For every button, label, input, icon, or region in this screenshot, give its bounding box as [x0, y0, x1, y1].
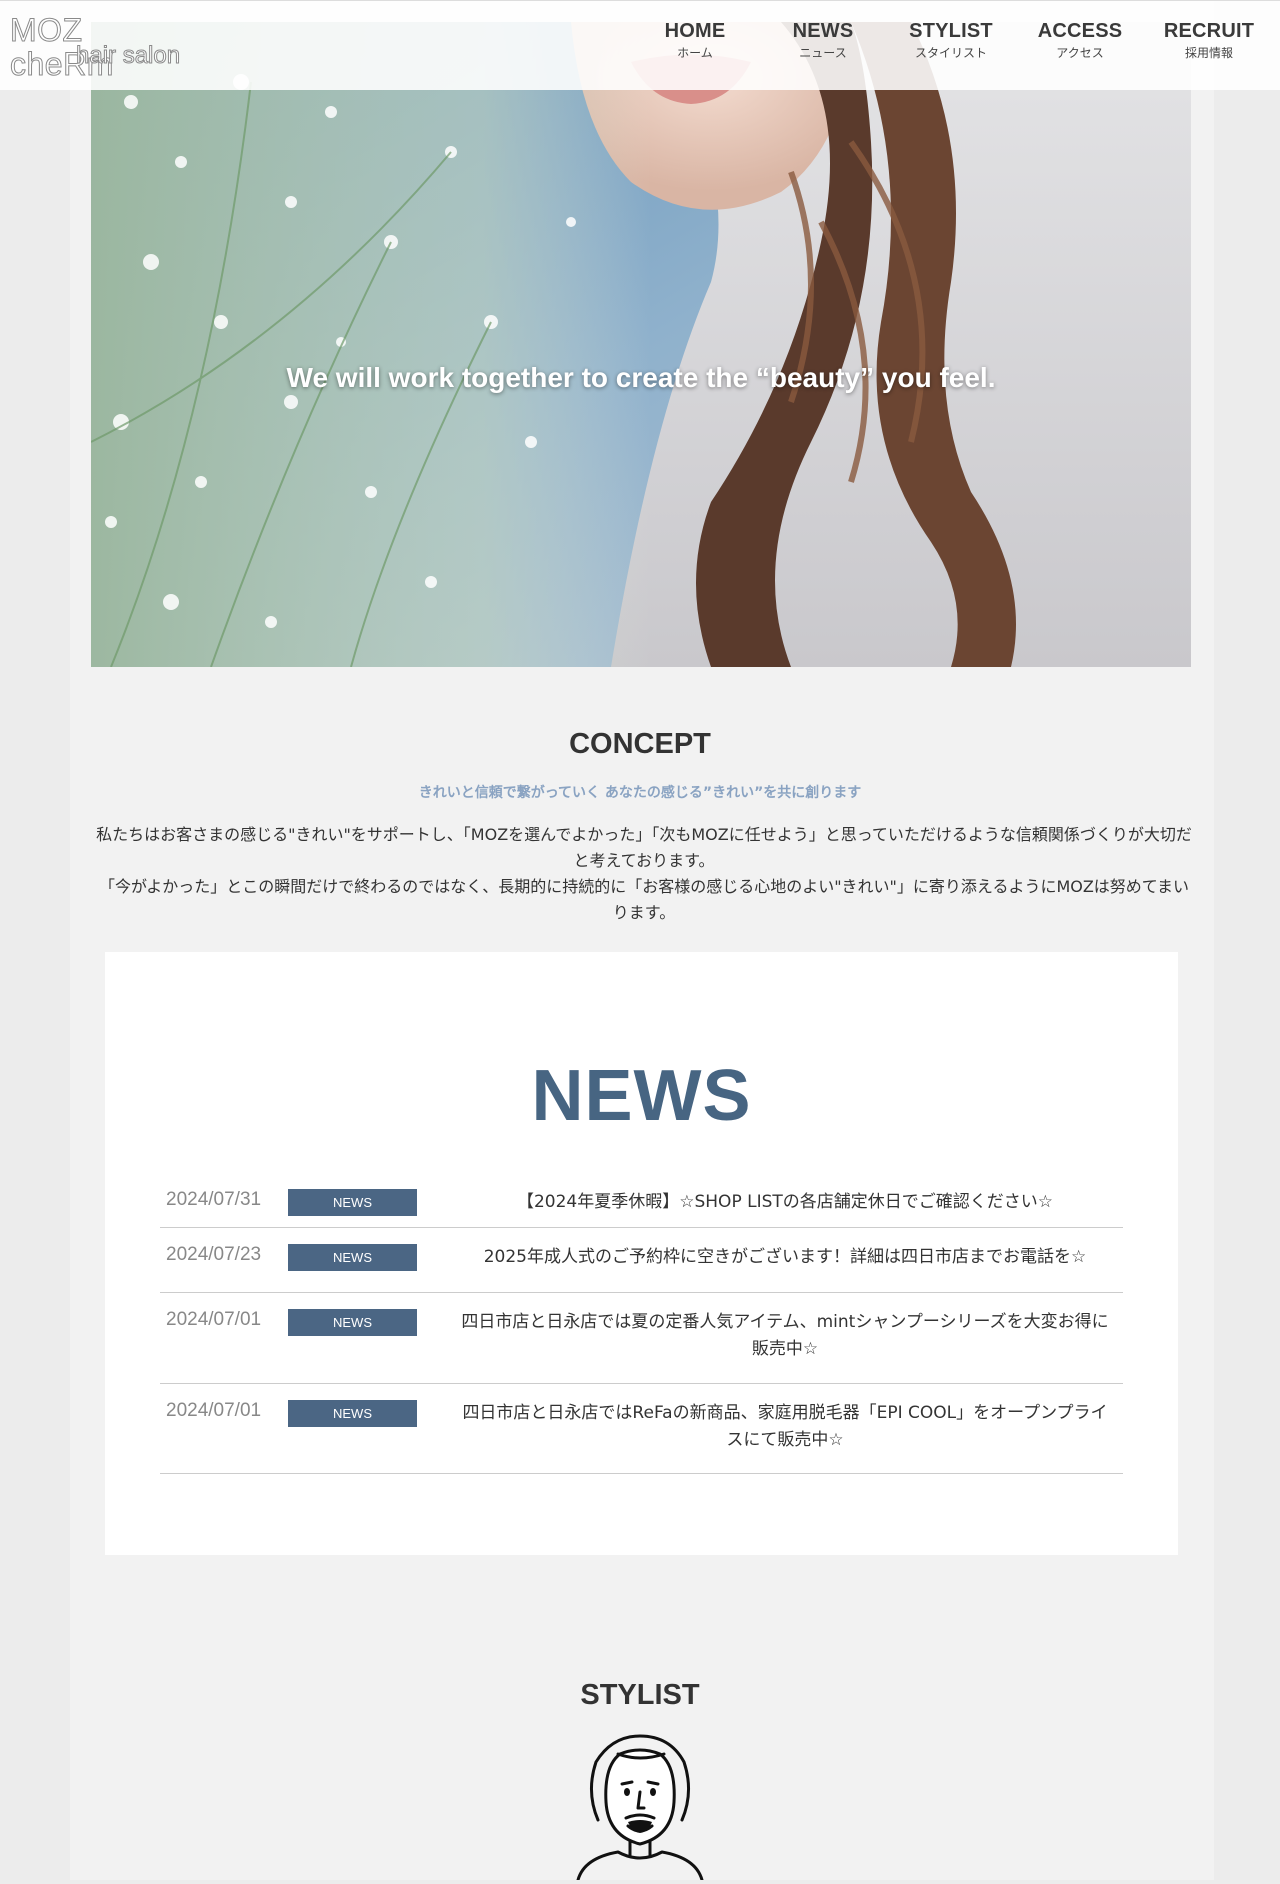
news-list: 2024/07/31 NEWS 【2024年夏季休暇】☆SHOP LISTの各店… [160, 1177, 1123, 1474]
concept-body: 私たちはお客さまの感じる"きれい"をサポートし、「MOZを選んでよかった」「次も… [96, 822, 1192, 926]
main-nav: HOME ホーム NEWS ニュース STYLIST スタイリスト ACCESS… [640, 19, 1270, 69]
concept-paragraph-2: 「今がよかった」とこの瞬間だけで終わるのではなく、長期的に持続的に「お客様の感じ… [99, 877, 1189, 922]
news-badge: NEWS [288, 1244, 417, 1271]
nav-recruit-sublabel: 採用情報 [1184, 46, 1233, 60]
news-title[interactable]: 【2024年夏季休暇】☆SHOP LISTの各店舗定休日でご確認ください☆ [460, 1189, 1110, 1216]
news-badge: NEWS [288, 1309, 417, 1336]
nav-access-sublabel: アクセス [1056, 46, 1104, 60]
nav-access[interactable]: ACCESS アクセス [1025, 19, 1135, 60]
news-section: NEWS 2024/07/31 NEWS 【2024年夏季休暇】☆SHOP LI… [105, 952, 1178, 1555]
nav-home-sublabel: ホーム [677, 46, 713, 60]
nav-stylist-sublabel: スタイリスト [914, 46, 987, 60]
stylist-avatar-illustration [576, 1734, 704, 1882]
hero-image: We will work together to create the “bea… [91, 22, 1191, 667]
news-item[interactable]: 2024/07/23 NEWS 2025年成人式のご予約枠に空きがございます！詳… [160, 1228, 1123, 1293]
news-title[interactable]: 2025年成人式のご予約枠に空きがございます！詳細は四日市店までお電話を☆ [460, 1244, 1110, 1271]
news-heading: NEWS [105, 1056, 1178, 1136]
news-item[interactable]: 2024/07/01 NEWS 四日市店と日永店では夏の定番人気アイテム、min… [160, 1293, 1123, 1384]
news-item[interactable]: 2024/07/31 NEWS 【2024年夏季休暇】☆SHOP LISTの各店… [160, 1177, 1123, 1228]
news-title[interactable]: 四日市店と日永店では夏の定番人気アイテム、mintシャンプーシリーズを大変お得に… [460, 1309, 1110, 1363]
site-header: MOZ cheRm hair salon HOME ホーム NEWS ニュース … [0, 0, 1280, 90]
nav-stylist-label: STYLIST [909, 20, 993, 42]
news-item[interactable]: 2024/07/01 NEWS 四日市店と日永店ではReFaの新商品、家庭用脱毛… [160, 1384, 1123, 1474]
nav-stylist[interactable]: STYLIST スタイリスト [896, 19, 1006, 60]
stylist-title: STYLIST [580, 1679, 700, 1711]
news-badge: NEWS [288, 1189, 417, 1216]
nav-home-label: HOME [664, 20, 726, 42]
nav-news-label: NEWS [792, 20, 854, 42]
nav-home[interactable]: HOME ホーム [640, 19, 750, 60]
nav-recruit-label: RECRUIT [1163, 20, 1255, 42]
news-heading-text: NEWS [531, 1056, 752, 1136]
stylist-avatar[interactable] [560, 1732, 720, 1882]
news-date: 2024/07/31 [166, 1189, 262, 1210]
news-badge: NEWS [288, 1400, 417, 1427]
site-logo[interactable]: MOZ cheRm hair salon [10, 13, 190, 82]
nav-access-label: ACCESS [1037, 20, 1123, 42]
concept-title: CONCEPT [569, 728, 711, 760]
concept-subtitle: きれいと信頼で繋がっていく あなたの感じる”きれい”を共に創ります [418, 785, 862, 801]
news-date: 2024/07/23 [166, 1244, 262, 1265]
concept-paragraph-1: 私たちはお客さまの感じる"きれい"をサポートし、「MOZを選んでよかった」「次も… [96, 825, 1192, 870]
nav-news-sublabel: ニュース [799, 46, 847, 60]
news-date: 2024/07/01 [166, 1400, 262, 1421]
nav-news[interactable]: NEWS ニュース [768, 19, 878, 60]
logo-tagline: hair salon [75, 42, 181, 69]
news-title[interactable]: 四日市店と日永店ではReFaの新商品、家庭用脱毛器「EPI COOL」をオープン… [460, 1400, 1110, 1454]
news-date: 2024/07/01 [166, 1309, 262, 1330]
hero-tagline: We will work together to create the “bea… [286, 362, 996, 393]
nav-recruit[interactable]: RECRUIT 採用情報 [1154, 19, 1264, 60]
